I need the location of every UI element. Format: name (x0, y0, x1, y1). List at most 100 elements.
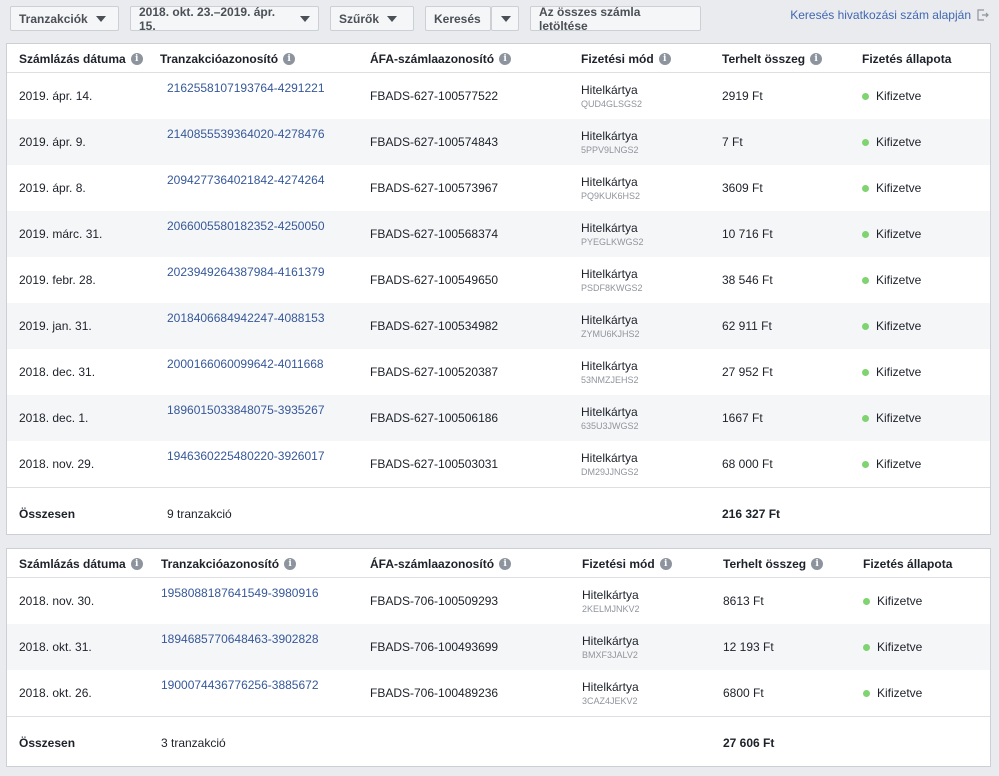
filters-label: Szűrők (339, 11, 380, 26)
info-icon[interactable]: i (658, 53, 671, 65)
payment-method-reference: PQ9KUK6HS2 (581, 191, 641, 201)
header-payment-method: Fizetési mód i (581, 52, 671, 66)
charged-amount: 27 952 Ft (722, 365, 773, 379)
vat-invoice-id: FBADS-627-100503031 (370, 457, 499, 471)
transaction-id-link[interactable]: 1958088187641549-3980916 (161, 586, 319, 600)
payment-method-type: Hitelkártya (582, 588, 639, 602)
payment-method-type: Hitelkártya (581, 359, 638, 373)
table-row: 2018. nov. 30. 1958088187641549-3980916 FB… (7, 578, 990, 624)
payment-method-type: Hitelkártya (581, 267, 638, 281)
header-amount-label: Terhelt összeg (722, 52, 806, 66)
info-icon[interactable]: i (659, 558, 672, 570)
payment-status: Kifizetve (863, 686, 922, 700)
payment-method-type: Hitelkártya (581, 129, 638, 143)
header-date-label: Számlázás dátuma (19, 557, 126, 571)
table-header: Számlázás dátuma i Tranzakcióazonosító i Á… (7, 44, 990, 73)
transactions-table-2: Számlázás dátuma i Tranzakcióazonosító i Á… (6, 548, 991, 767)
search-options-dropdown[interactable] (491, 6, 519, 31)
vat-invoice-id: FBADS-706-100489236 (370, 686, 499, 700)
search-by-reference-link[interactable]: Keresés hivatkozási szám alapján (790, 8, 989, 22)
transaction-id-link[interactable]: 2066005580182352-4250050 (167, 219, 325, 233)
payment-status: Kifizetve (862, 89, 921, 103)
billing-date: 2018. dec. 31. (19, 365, 96, 379)
info-icon[interactable]: i (499, 558, 512, 570)
info-icon[interactable]: i (810, 53, 823, 65)
payment-method-type: Hitelkártya (581, 221, 638, 235)
status-dot-icon (862, 184, 869, 192)
payment-status-label: Kifizetve (876, 181, 922, 195)
transaction-id-link[interactable]: 2023949264387984-4161379 (167, 265, 325, 279)
filters-dropdown[interactable]: Szűrők (330, 6, 414, 31)
table-row: 2019. márc. 31. 2066005580182352-4250050 F… (7, 211, 990, 257)
vat-invoice-id: FBADS-627-100549650 (370, 273, 499, 287)
payment-method: Hitelkártya 53NMZJEHS2 (581, 359, 639, 385)
header-vat-id-label: ÁFA-számlaazonosító (370, 52, 495, 66)
table-row: 2018. nov. 29. 1946360225480220-3926017 FB… (7, 441, 990, 487)
payment-method-type: Hitelkártya (581, 175, 638, 189)
payment-method: Hitelkártya 635U3JWGS2 (581, 405, 639, 431)
charged-amount: 2919 Ft (722, 89, 763, 103)
status-dot-icon (863, 597, 870, 605)
payment-method: Hitelkártya 2KELMJNKV2 (582, 588, 640, 614)
transaction-id-link[interactable]: 1946360225480220-3926017 (167, 449, 325, 463)
info-icon[interactable]: i (284, 558, 297, 570)
info-icon[interactable]: i (130, 53, 143, 65)
vat-invoice-id: FBADS-627-100573967 (370, 181, 499, 195)
toolbar: Tranzakciók 2018. okt. 23.–2019. ápr. 15… (0, 0, 999, 36)
payment-status: Kifizetve (862, 411, 921, 425)
payment-method-reference: PSDF8KWGS2 (581, 283, 643, 293)
table-body: 2018. nov. 30. 1958088187641549-3980916 FB… (7, 578, 990, 716)
payment-status-label: Kifizetve (876, 273, 922, 287)
header-payment-method-label: Fizetési mód (581, 52, 654, 66)
payment-method: Hitelkártya PQ9KUK6HS2 (581, 175, 640, 201)
transaction-id-link[interactable]: 2162558107193764-4291221 (167, 81, 325, 95)
transaction-id-link[interactable]: 2140855539364020-4278476 (167, 127, 325, 141)
info-icon[interactable]: i (283, 53, 296, 65)
search-button[interactable]: Keresés (425, 6, 491, 31)
table-body: 2019. ápr. 14. 2162558107193764-4291221 FB… (7, 73, 990, 487)
charged-amount: 38 546 Ft (722, 273, 773, 287)
header-vat-id-label: ÁFA-számlaazonosító (370, 557, 495, 571)
info-icon[interactable]: i (811, 558, 824, 570)
payment-method-type: Hitelkártya (581, 83, 638, 97)
transaction-id-link[interactable]: 2018406684942247-4088153 (167, 311, 325, 325)
payment-method-reference: PYEGLKWGS2 (581, 237, 644, 247)
vat-invoice-id: FBADS-627-100568374 (370, 227, 499, 241)
info-icon[interactable]: i (130, 558, 143, 570)
header-transaction-id: Tranzakcióazonosító i (161, 557, 297, 571)
info-icon[interactable]: i (499, 53, 512, 65)
vat-invoice-id: FBADS-706-100493699 (370, 640, 499, 654)
payment-method-type: Hitelkártya (581, 405, 638, 419)
status-dot-icon (862, 276, 869, 284)
transactions-dropdown[interactable]: Tranzakciók (10, 6, 119, 31)
status-dot-icon (862, 322, 869, 330)
payment-status: Kifizetve (863, 640, 922, 654)
payment-method-reference: ZYMU6KJHS2 (581, 329, 640, 339)
payment-status-label: Kifizetve (877, 686, 923, 700)
transaction-id-link[interactable]: 2000166060099642-4011668 (167, 357, 324, 371)
charged-amount: 8613 Ft (723, 594, 764, 608)
payment-method: Hitelkártya QUD4GLSGS2 (581, 83, 642, 109)
payment-status-label: Kifizetve (876, 89, 922, 103)
payment-method-reference: DM29JJNGS2 (581, 467, 639, 477)
billing-date: 2019. ápr. 14. (19, 89, 93, 103)
table-row: 2019. ápr. 14. 2162558107193764-4291221 FB… (7, 73, 990, 119)
billing-date: 2019. jan. 31. (19, 319, 92, 333)
transaction-id-link[interactable]: 1896015033848075-3935267 (167, 403, 325, 417)
download-all-invoices-button[interactable]: Az összes számla letöltése (530, 5, 701, 33)
header-status: Fizetés állapota (863, 557, 952, 571)
transaction-id-link[interactable]: 1900074436776256-3885672 (161, 678, 319, 692)
payment-status: Kifizetve (863, 594, 922, 608)
payment-status: Kifizetve (862, 135, 921, 149)
billing-date: 2019. febr. 28. (19, 273, 96, 287)
payment-method-reference: 635U3JWGS2 (581, 421, 639, 431)
header-status-label: Fizetés állapota (863, 557, 953, 571)
date-range-picker[interactable]: 2018. okt. 23.–2019. ápr. 15. (130, 5, 319, 33)
total-count: 3 tranzakció (161, 736, 226, 750)
vat-invoice-id: FBADS-627-100506186 (370, 411, 499, 425)
billing-date: 2019. ápr. 8. (19, 181, 86, 195)
transaction-id-link[interactable]: 1894685770648463-3902828 (161, 632, 319, 646)
payment-status: Kifizetve (862, 181, 921, 195)
transaction-id-link[interactable]: 2094277364021842-4274264 (167, 173, 325, 187)
charged-amount: 1667 Ft (722, 411, 763, 425)
